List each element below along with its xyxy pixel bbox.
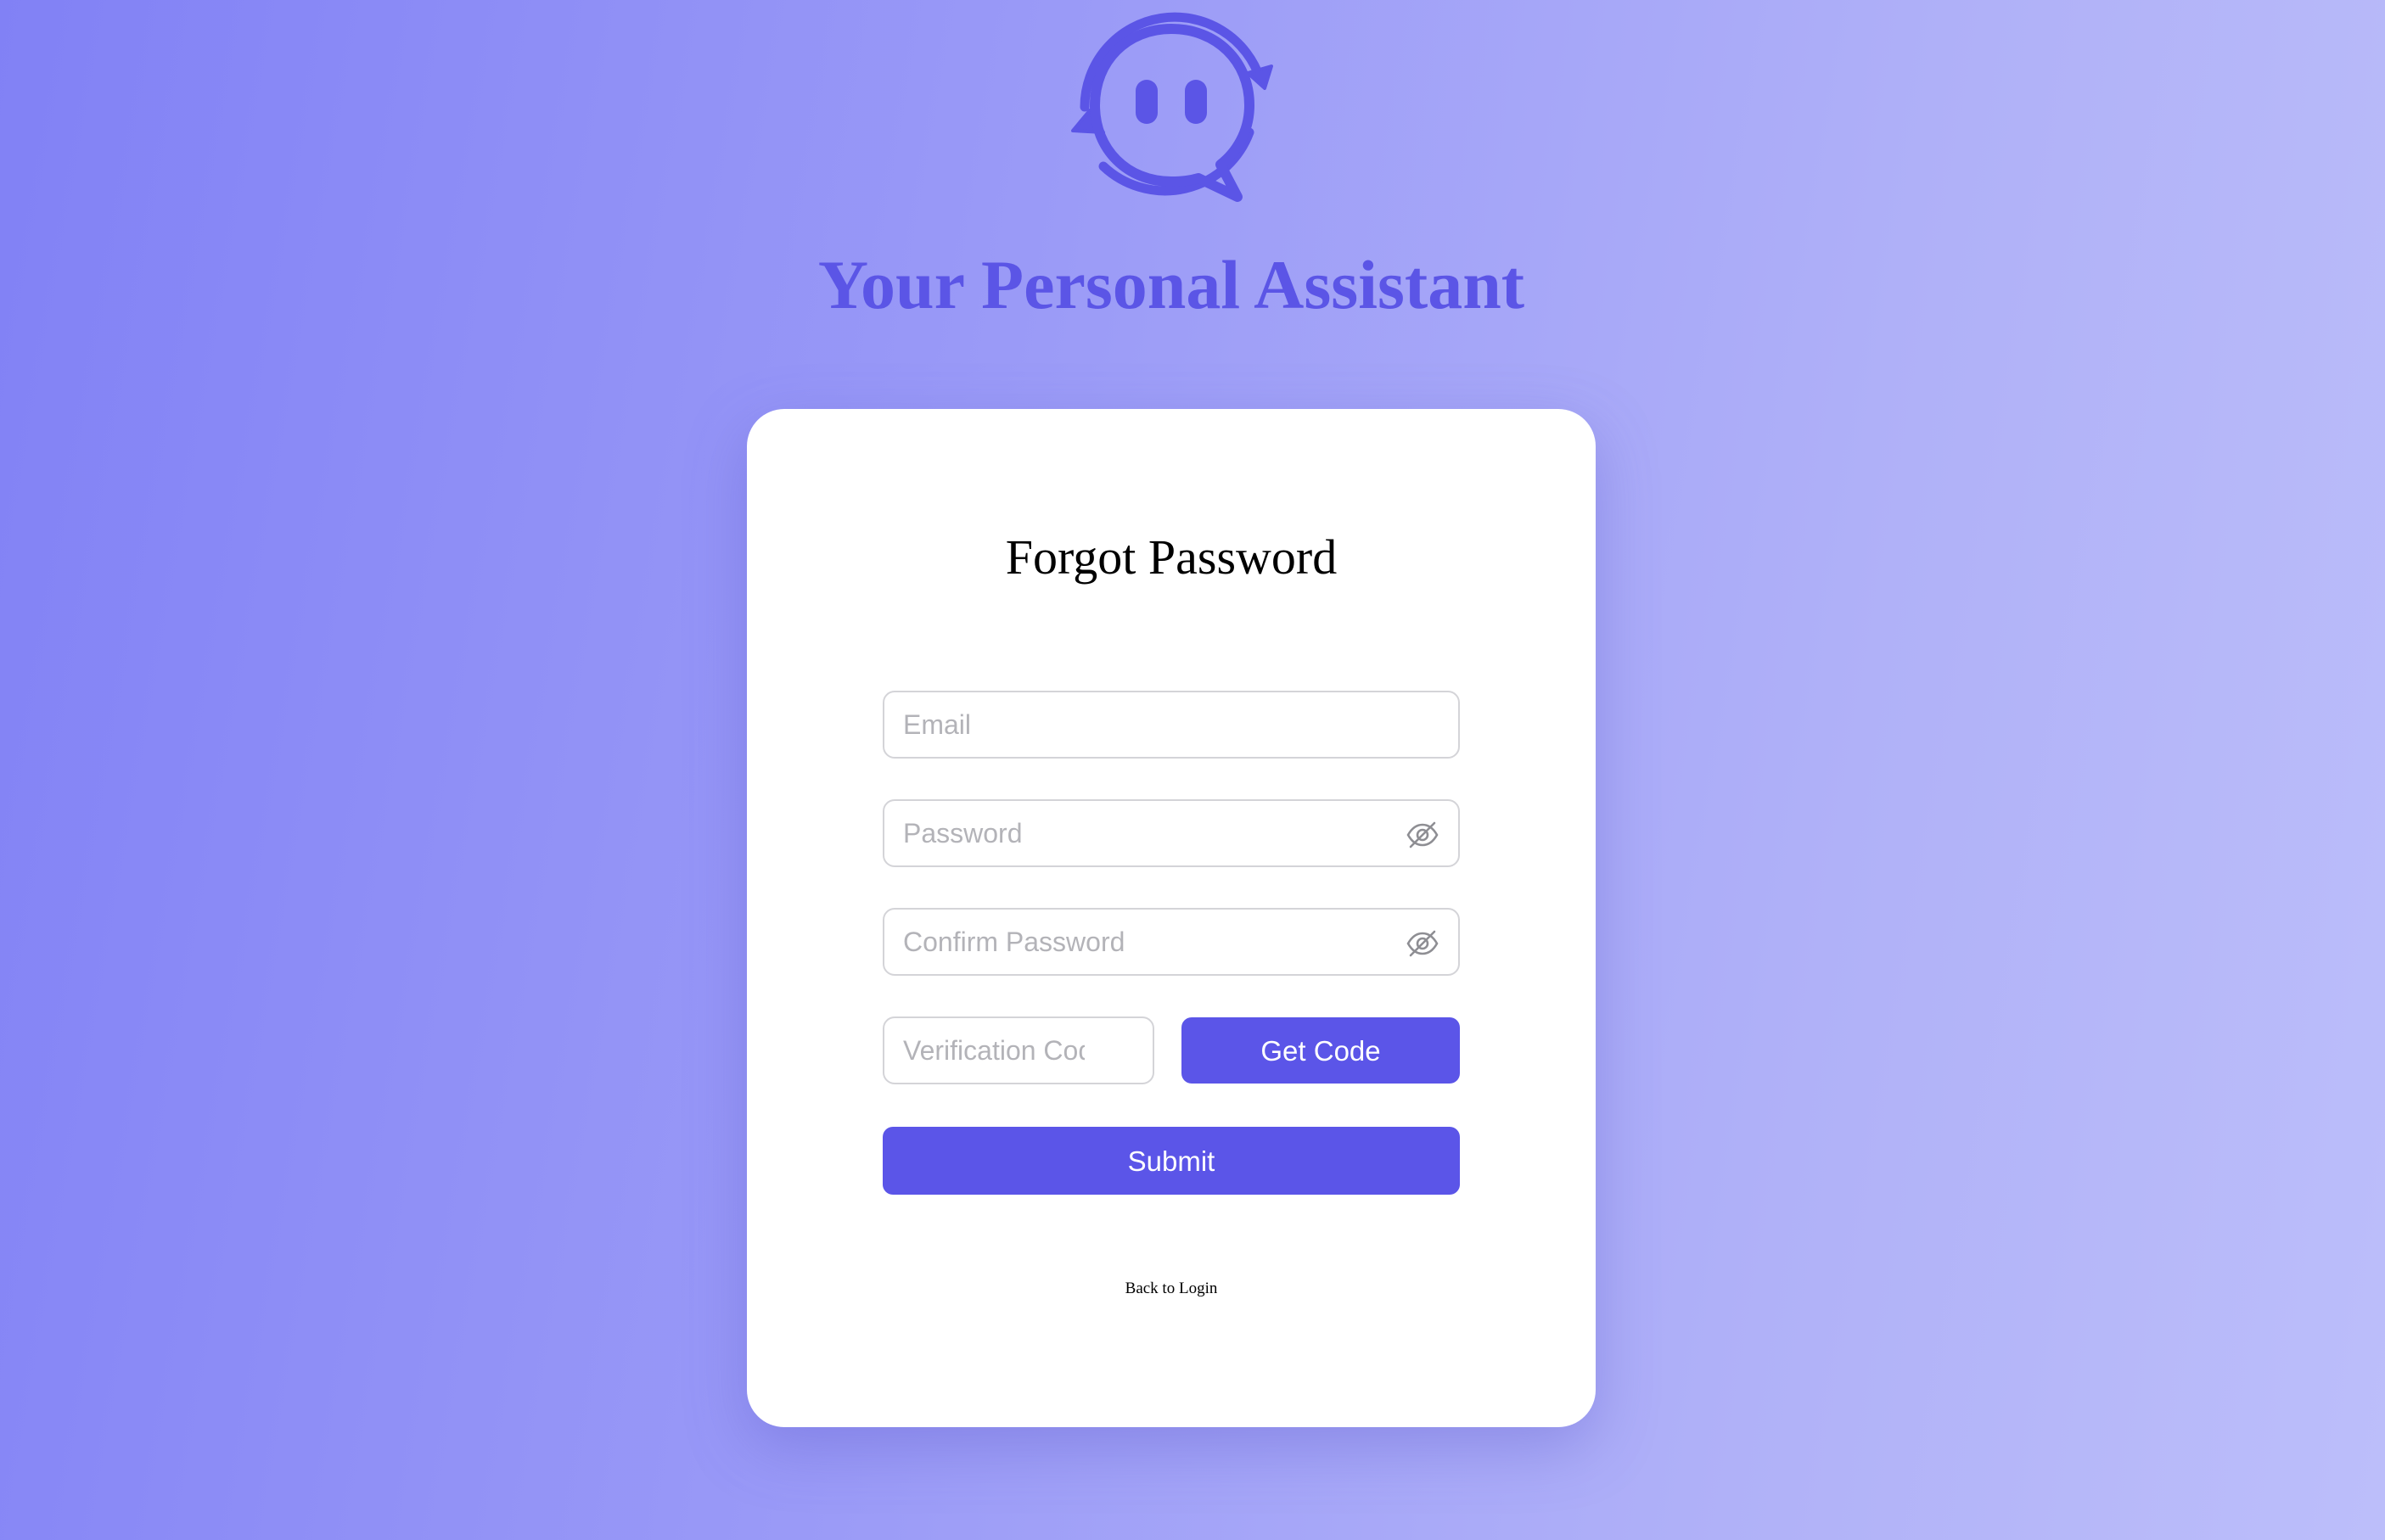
eye-off-icon[interactable] xyxy=(1406,818,1439,852)
back-to-login-link[interactable]: Back to Login xyxy=(747,1280,1596,1298)
form-title: Forgot Password xyxy=(1005,529,1338,585)
get-code-button[interactable]: Get Code xyxy=(1181,1017,1460,1084)
verification-code-input[interactable] xyxy=(884,1018,1153,1083)
password-input[interactable] xyxy=(884,801,1458,865)
app-logo xyxy=(1069,5,1273,204)
confirm-password-field[interactable] xyxy=(883,908,1460,976)
confirm-password-input[interactable] xyxy=(884,910,1458,974)
password-field[interactable] xyxy=(883,799,1460,867)
verification-code-field[interactable] xyxy=(883,1016,1154,1084)
app-title: Your Personal Assistant xyxy=(817,246,1525,323)
forgot-password-card: Forgot Password Get Code Submit Back to … xyxy=(747,409,1596,1427)
submit-button[interactable]: Submit xyxy=(883,1127,1460,1195)
eye-off-icon[interactable] xyxy=(1406,927,1439,960)
chat-bot-face-icon xyxy=(1071,12,1273,202)
email-input[interactable] xyxy=(884,692,1458,757)
email-field[interactable] xyxy=(883,691,1460,759)
